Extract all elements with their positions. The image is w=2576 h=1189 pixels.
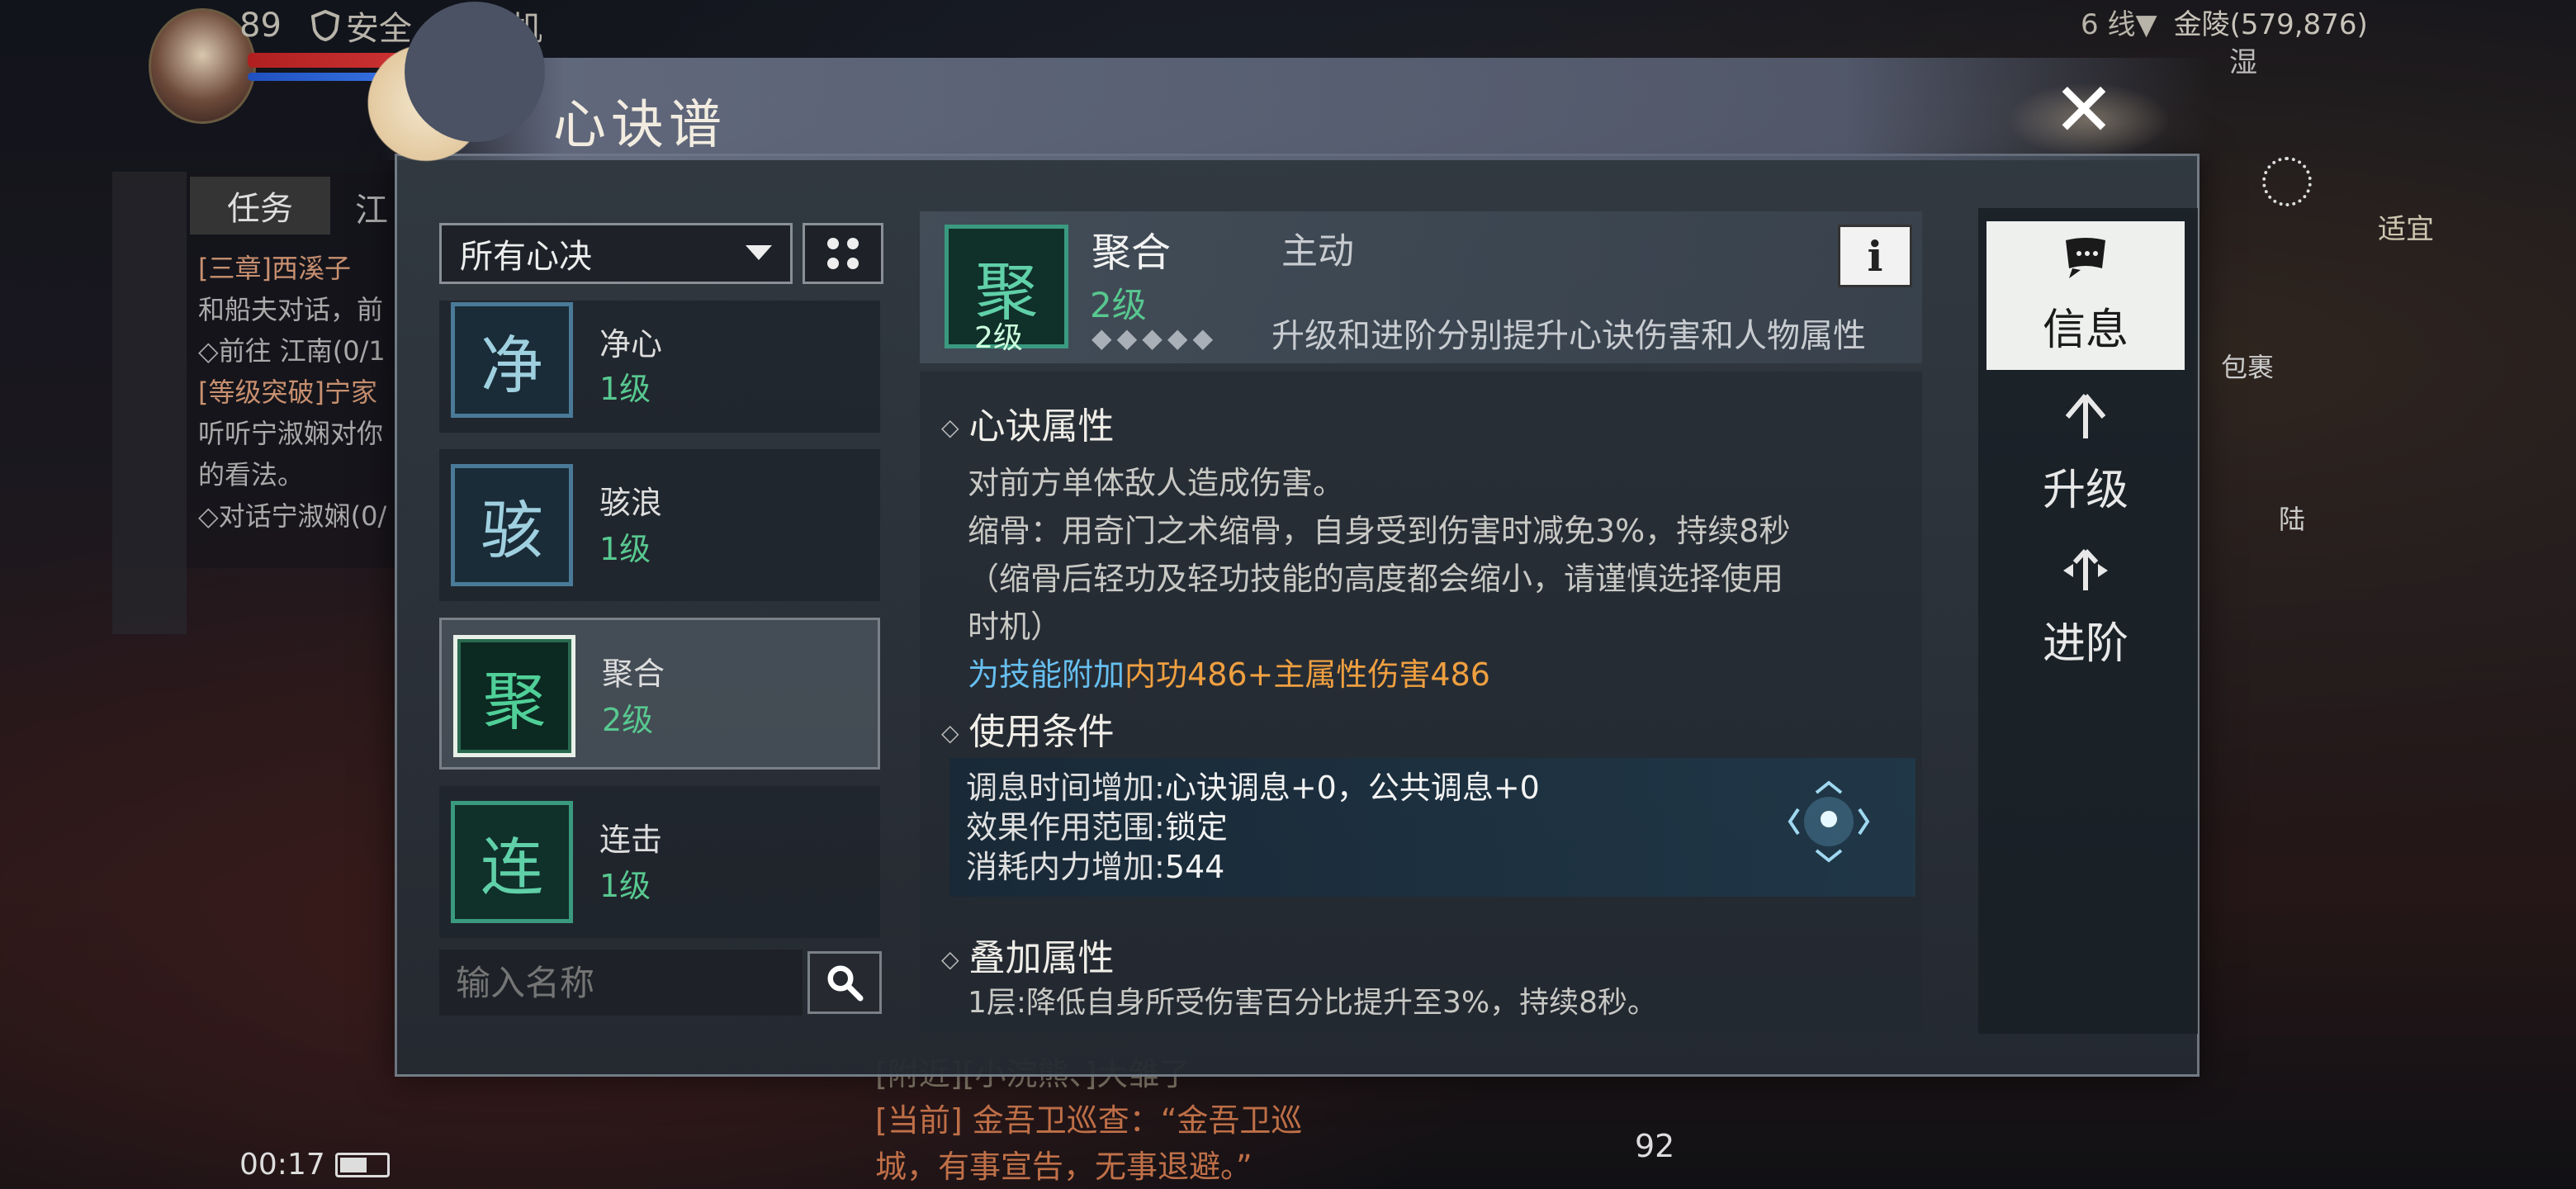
weather-label: 湿 — [2229, 46, 2257, 79]
mount-label[interactable]: 陆 — [2279, 499, 2305, 537]
skill-name: 连击 — [599, 822, 663, 858]
scroll-icon — [2061, 235, 2110, 290]
tab-label: 升级 — [2042, 465, 2129, 515]
skill-name: 聚合 — [602, 656, 665, 692]
detail-skill-desc: 升级和进阶分别提升心诀伤害和人物属性 — [1271, 317, 1866, 355]
skill-list: 净 净心 1级 骇 骇浪 1级 聚 聚合 2级 连 连击 1级 — [439, 301, 880, 955]
attr-line: （缩骨后轻功及轻功技能的高度都会缩小，请谨慎选择使用 — [968, 561, 1784, 597]
section-title-attributes: 心诀属性 — [941, 396, 1115, 449]
detail-skill-name: 聚合 — [1091, 230, 1172, 276]
skill-level: 2级 — [602, 702, 654, 738]
bonus-prefix: 为技能附加 — [968, 656, 1125, 693]
advance-icon — [2057, 546, 2114, 604]
search-icon — [827, 965, 864, 1002]
player-level: 89 — [239, 7, 282, 45]
skill-name: 骇浪 — [599, 485, 663, 521]
tab-info[interactable]: 信息 — [1986, 221, 2185, 370]
bonus-line: 为技能附加内功486+主属性伤害486 — [968, 651, 1917, 699]
task-sidebar — [112, 172, 187, 634]
skill-name: 净心 — [599, 326, 663, 362]
tab-label: 信息 — [2042, 305, 2129, 355]
location-bar: 6 线▼ 金陵(579,876) — [2081, 2, 2368, 42]
condition-value: 锁定 — [1164, 809, 1228, 846]
condition-value: 544 — [1164, 849, 1225, 885]
weather-status: 适宜 — [2378, 213, 2434, 246]
attributes-text: 对前方单体敌人造成伤害。 缩骨：用奇门之术缩骨，自身受到伤害时减免3%，持续8秒… — [968, 459, 1917, 699]
skill-glyph-icon: 骇 — [451, 464, 573, 586]
grid-dot — [847, 238, 859, 249]
attr-line: 缩骨：用奇门之术缩骨，自身受到伤害时减免3%，持续8秒 — [968, 513, 1791, 549]
moon-logo-shadow — [405, 2, 545, 142]
stacking-text: 1层:降低自身所受伤害百分比提升至3%，持续8秒。 — [968, 986, 1658, 1020]
info-icon: i — [1867, 231, 1883, 281]
condition-value: 心诀调息+0，公共调息+0 — [1164, 770, 1540, 806]
grid-dot — [827, 238, 839, 249]
clock-status: 00:17 — [239, 1148, 390, 1182]
condition-key: 消耗内力增加: — [966, 849, 1165, 885]
info-button[interactable]: i — [1838, 225, 1912, 287]
chat-line: [当前] 金吾卫巡查：“金吾卫巡 — [875, 1102, 1303, 1139]
tab-advance[interactable]: 进阶 — [1986, 533, 2185, 682]
lock-target-icon — [1788, 780, 1870, 863]
tab-team[interactable]: 江 — [355, 183, 388, 231]
skill-filter-select[interactable]: 所有心决 — [439, 223, 793, 284]
grid-dot — [827, 258, 839, 269]
skill-item-lianji[interactable]: 连 连击 1级 — [439, 786, 880, 938]
section-title-conditions: 使用条件 — [941, 702, 1115, 755]
sun-icon — [2262, 157, 2312, 206]
battery-icon — [334, 1152, 390, 1177]
detail-skill-type: 主动 — [1281, 230, 1354, 272]
rank-diamonds: ◆◆◆◆◆ — [1091, 322, 1219, 353]
inventory-label[interactable]: 包裹 — [2221, 347, 2274, 385]
skill-item-juhe[interactable]: 聚 聚合 2级 — [439, 618, 880, 770]
condition-key: 调息时间增加: — [966, 770, 1165, 806]
skill-item-hailang[interactable]: 骇 骇浪 1级 — [439, 449, 880, 601]
clock-time: 00:17 — [239, 1148, 325, 1182]
dialog-title: 心诀谱 — [553, 95, 727, 156]
skill-search-input[interactable] — [439, 950, 803, 1016]
conditions-list: 调息时间增加:心诀调息+0，公共调息+0 效果作用范围:锁定 消耗内力增加:54… — [966, 768, 1540, 887]
arrow-up-icon — [2061, 392, 2110, 450]
skill-item-jingxin[interactable]: 净 净心 1级 — [439, 301, 880, 433]
skill-level: 1级 — [599, 531, 651, 567]
location-coords: 金陵(579,876) — [2173, 8, 2368, 41]
search-button[interactable] — [807, 951, 882, 1014]
tab-upgrade[interactable]: 升级 — [1986, 380, 2185, 528]
tab-label: 进阶 — [2042, 618, 2129, 669]
detail-icon-level: 2级 — [974, 321, 1023, 355]
tab-tasks[interactable]: 任务 — [190, 177, 330, 234]
condition-row: 调息时间增加:心诀调息+0，公共调息+0 — [966, 768, 1540, 808]
grid-view-button[interactable] — [803, 223, 883, 284]
close-icon: ✕ — [2053, 67, 2115, 154]
condition-row: 消耗内力增加:544 — [966, 847, 1540, 887]
shield-icon — [310, 10, 339, 41]
skill-glyph-icon: 净 — [451, 302, 573, 418]
attr-line: 对前方单体敌人造成伤害。 — [968, 465, 1345, 501]
server-line[interactable]: 6 线▼ — [2081, 2, 2157, 42]
bonus-value: 内功486+主属性伤害486 — [1125, 656, 1490, 693]
condition-key: 效果作用范围: — [966, 809, 1165, 846]
condition-row: 效果作用范围:锁定 — [966, 808, 1540, 847]
filter-selected-value: 所有心决 — [460, 238, 592, 276]
skill-level: 1级 — [599, 868, 651, 904]
item-count: 92 — [1635, 1128, 1675, 1164]
skill-glyph-icon: 聚 — [453, 635, 575, 757]
close-button[interactable]: ✕ — [2048, 67, 2120, 154]
skill-level: 1级 — [599, 371, 651, 407]
chevron-down-icon — [746, 245, 772, 260]
detail-skill-level: 2级 — [1090, 285, 1147, 325]
skill-glyph-icon: 连 — [451, 801, 573, 923]
attr-line: 时机） — [968, 609, 1063, 645]
chat-line: 城，有事宣告，无事退避。” — [875, 1149, 1252, 1185]
grid-dot — [847, 258, 859, 269]
section-title-stacking: 叠加属性 — [941, 928, 1115, 981]
